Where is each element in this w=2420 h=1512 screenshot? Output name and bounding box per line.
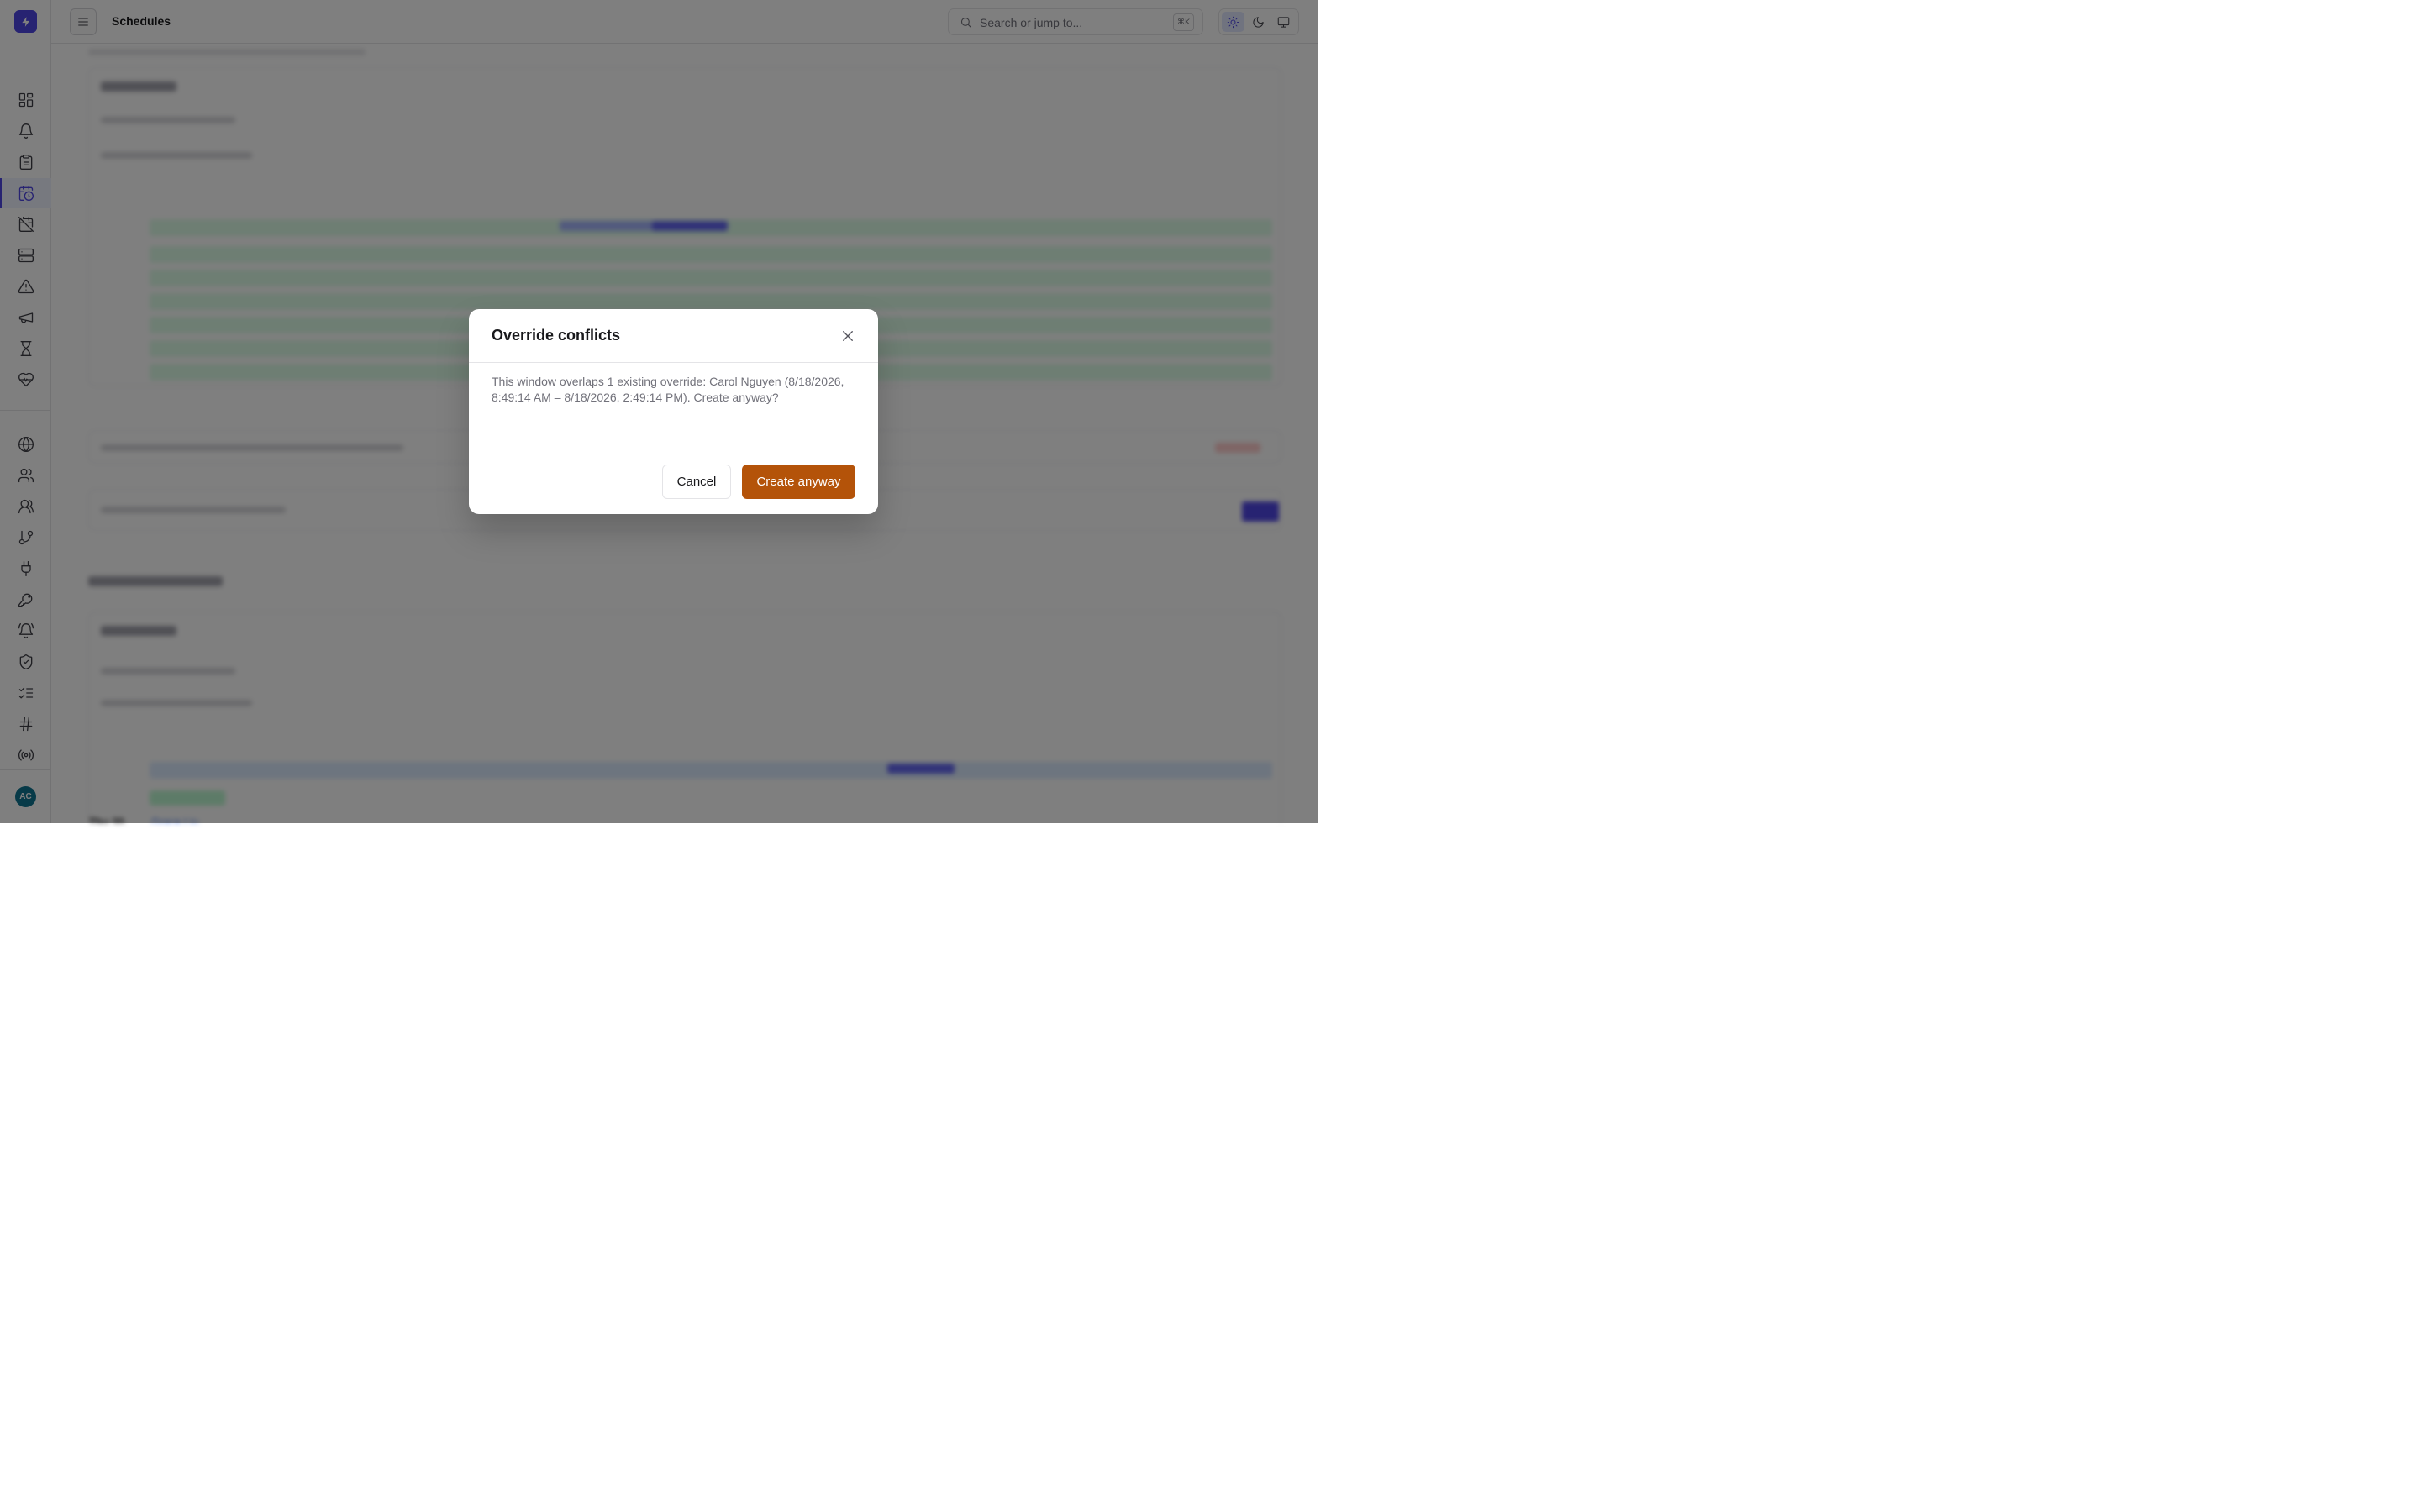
- create-anyway-button[interactable]: Create anyway: [742, 465, 855, 499]
- dialog-title: Override conflicts: [492, 327, 621, 344]
- dialog-message: This window overlaps 1 existing override…: [492, 375, 844, 404]
- cancel-button[interactable]: Cancel: [662, 465, 731, 499]
- override-conflicts-dialog: Override conflicts This window overlaps …: [469, 309, 878, 514]
- dialog-divider: [469, 362, 878, 363]
- close-button[interactable]: [838, 326, 858, 346]
- close-icon: [843, 331, 853, 341]
